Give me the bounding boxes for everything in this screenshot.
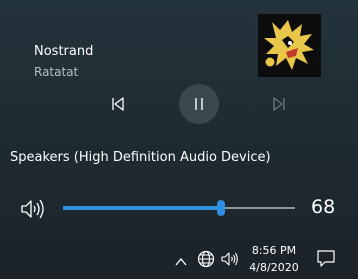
previous-button[interactable]	[106, 92, 130, 116]
taskbar-clock[interactable]: 8:56 PM 4/8/2020	[246, 242, 302, 276]
clock-date: 4/8/2020	[249, 261, 299, 274]
volume-value: 68	[311, 196, 336, 218]
track-artist: Ratatat	[34, 65, 79, 79]
volume-slider-fill	[63, 206, 221, 210]
next-button[interactable]	[267, 92, 291, 116]
next-track-icon	[273, 97, 285, 111]
volume-slider[interactable]	[63, 200, 295, 216]
volume-icon[interactable]	[221, 251, 239, 267]
clock-time: 8:56 PM	[251, 244, 297, 257]
album-art	[258, 14, 321, 77]
chevron-up-icon[interactable]	[175, 253, 187, 266]
previous-track-icon	[112, 97, 124, 111]
pause-icon	[195, 98, 203, 110]
speaker-volume-icon[interactable]	[20, 198, 46, 220]
globe-icon[interactable]	[197, 250, 215, 268]
volume-flyout: Nostrand Ratatat Speakers (High Definiti…	[0, 0, 358, 240]
track-title: Nostrand	[34, 44, 94, 59]
volume-slider-thumb[interactable]	[216, 200, 225, 216]
audio-device-name[interactable]: Speakers (High Definition Audio Device)	[10, 150, 271, 165]
play-pause-button[interactable]	[179, 84, 219, 124]
notification-icon[interactable]	[316, 249, 336, 267]
